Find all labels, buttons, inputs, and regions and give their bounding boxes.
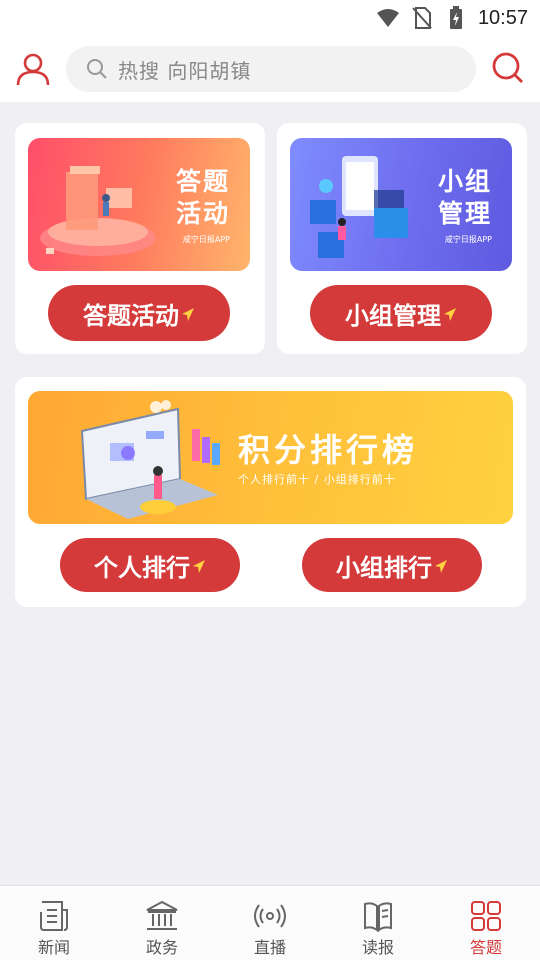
group-banner-title: 小组 管理 xyxy=(437,167,492,228)
personal-ranking-label: 个人排行 xyxy=(94,553,190,582)
pointer-arrow-icon xyxy=(435,560,447,573)
pointer-arrow-icon xyxy=(444,308,456,321)
pointer-arrow-icon xyxy=(193,560,205,573)
group-ranking-button[interactable]: 小组排行 xyxy=(302,538,482,592)
nav-item-live[interactable]: 直播 xyxy=(216,886,324,960)
nav-label-news: 新闻 xyxy=(37,938,70,957)
group-ranking-label: 小组排行 xyxy=(336,553,432,582)
group-management-button[interactable]: 小组管理 xyxy=(310,285,492,341)
group-management-banner[interactable]: 小组 管理 咸宁日报APP xyxy=(290,138,512,271)
group-management-card: 小组 管理 咸宁日报APP 小组管理 xyxy=(277,123,527,354)
search-bar[interactable]: 热搜 向阳胡镇 xyxy=(66,46,476,92)
pointer-arrow-icon xyxy=(182,308,194,321)
quiz-activity-button[interactable]: 答题活动 xyxy=(48,285,230,341)
search-button-icon[interactable] xyxy=(490,50,526,86)
nav-item-government[interactable]: 政务 xyxy=(108,886,216,960)
quiz-banner-title: 答题 活动 xyxy=(175,167,230,228)
quiz-banner-subtitle: 咸宁日报APP xyxy=(182,235,230,244)
nav-item-news[interactable]: 新闻 xyxy=(0,886,108,960)
battery-charging-icon xyxy=(444,6,468,30)
nav-label-quiz: 答题 xyxy=(469,938,502,957)
group-banner-subtitle: 咸宁日报APP xyxy=(444,235,492,244)
status-bar: 10:57 xyxy=(0,0,540,36)
no-sim-icon xyxy=(410,6,434,30)
ranking-card: 积分排行榜 个人排行前十 / 小组排行前十 个人排行 小组排行 xyxy=(15,377,526,607)
nav-label-government: 政务 xyxy=(145,938,178,957)
personal-ranking-button[interactable]: 个人排行 xyxy=(60,538,240,592)
group-management-label: 小组管理 xyxy=(345,301,441,330)
wifi-icon xyxy=(376,6,400,30)
government-building-icon xyxy=(146,900,178,930)
nav-item-quiz[interactable]: 答题 xyxy=(432,886,540,960)
search-icon xyxy=(86,58,108,80)
newspaper-icon xyxy=(40,901,68,931)
nav-item-read-paper[interactable]: 读报 xyxy=(324,886,432,960)
top-header: 热搜 向阳胡镇 xyxy=(0,36,540,102)
nav-label-live: 直播 xyxy=(253,938,286,957)
bottom-navigation: 新闻 政务 直播 读报 答题 xyxy=(0,885,540,960)
quiz-activity-label: 答题活动 xyxy=(83,301,179,330)
status-time: 10:57 xyxy=(477,6,528,29)
quiz-activity-banner[interactable]: 答题 活动 咸宁日报APP xyxy=(28,138,250,271)
read-paper-icon xyxy=(364,902,392,933)
live-broadcast-icon xyxy=(254,904,286,928)
ranking-banner[interactable]: 积分排行榜 个人排行前十 / 小组排行前十 xyxy=(28,391,513,524)
user-profile-icon[interactable] xyxy=(14,50,52,88)
quiz-grid-icon xyxy=(471,901,501,931)
quiz-activity-card: 答题 活动 咸宁日报APP 答题活动 xyxy=(15,123,265,354)
nav-label-read-paper: 读报 xyxy=(361,938,394,957)
ranking-banner-subtitle: 个人排行前十 / 小组排行前十 xyxy=(238,473,396,486)
search-placeholder: 热搜 向阳胡镇 xyxy=(118,58,252,83)
ranking-banner-title: 积分排行榜 xyxy=(238,431,419,469)
